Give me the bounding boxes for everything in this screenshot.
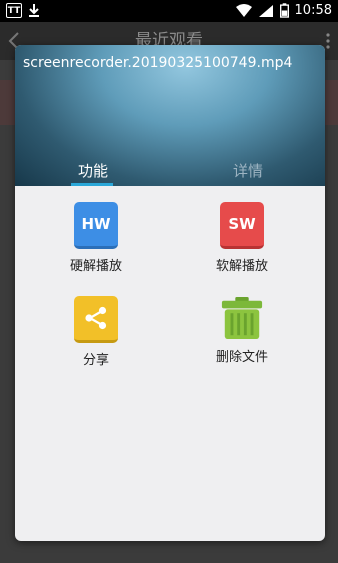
battery-icon bbox=[279, 3, 289, 18]
clock-time: 10:58 bbox=[294, 3, 332, 18]
software-decode-play-button[interactable]: SW 软解播放 bbox=[187, 202, 297, 274]
share-icon bbox=[74, 296, 118, 343]
share-label: 分享 bbox=[82, 353, 109, 368]
tab-function[interactable]: 功能 bbox=[53, 160, 133, 181]
trash-icon bbox=[220, 296, 264, 340]
delete-file-button[interactable]: 删除文件 bbox=[187, 296, 297, 365]
download-icon bbox=[29, 4, 39, 17]
app-notification-icon: TT bbox=[6, 3, 22, 18]
sw-icon: SW bbox=[220, 202, 264, 249]
active-tab-indicator bbox=[71, 183, 113, 186]
status-bar: TT 10:58 bbox=[0, 0, 338, 22]
tab-details[interactable]: 详情 bbox=[208, 160, 288, 181]
dialog-header: screenrecorder.20190325100749.mp4 功能 详情 bbox=[15, 45, 325, 186]
hardware-decode-play-button[interactable]: HW 硬解播放 bbox=[41, 202, 151, 274]
signal-icon bbox=[258, 4, 273, 17]
wifi-icon bbox=[235, 3, 252, 17]
delete-file-label: 删除文件 bbox=[215, 350, 268, 365]
hw-icon: HW bbox=[74, 202, 118, 249]
hardware-decode-play-label: 硬解播放 bbox=[69, 259, 122, 274]
software-decode-play-label: 软解播放 bbox=[215, 259, 268, 274]
more-options-icon[interactable] bbox=[326, 33, 330, 49]
file-options-dialog: screenrecorder.20190325100749.mp4 功能 详情 … bbox=[15, 45, 325, 541]
share-button[interactable]: 分享 bbox=[41, 296, 151, 368]
file-name-title: screenrecorder.20190325100749.mp4 bbox=[23, 55, 293, 71]
